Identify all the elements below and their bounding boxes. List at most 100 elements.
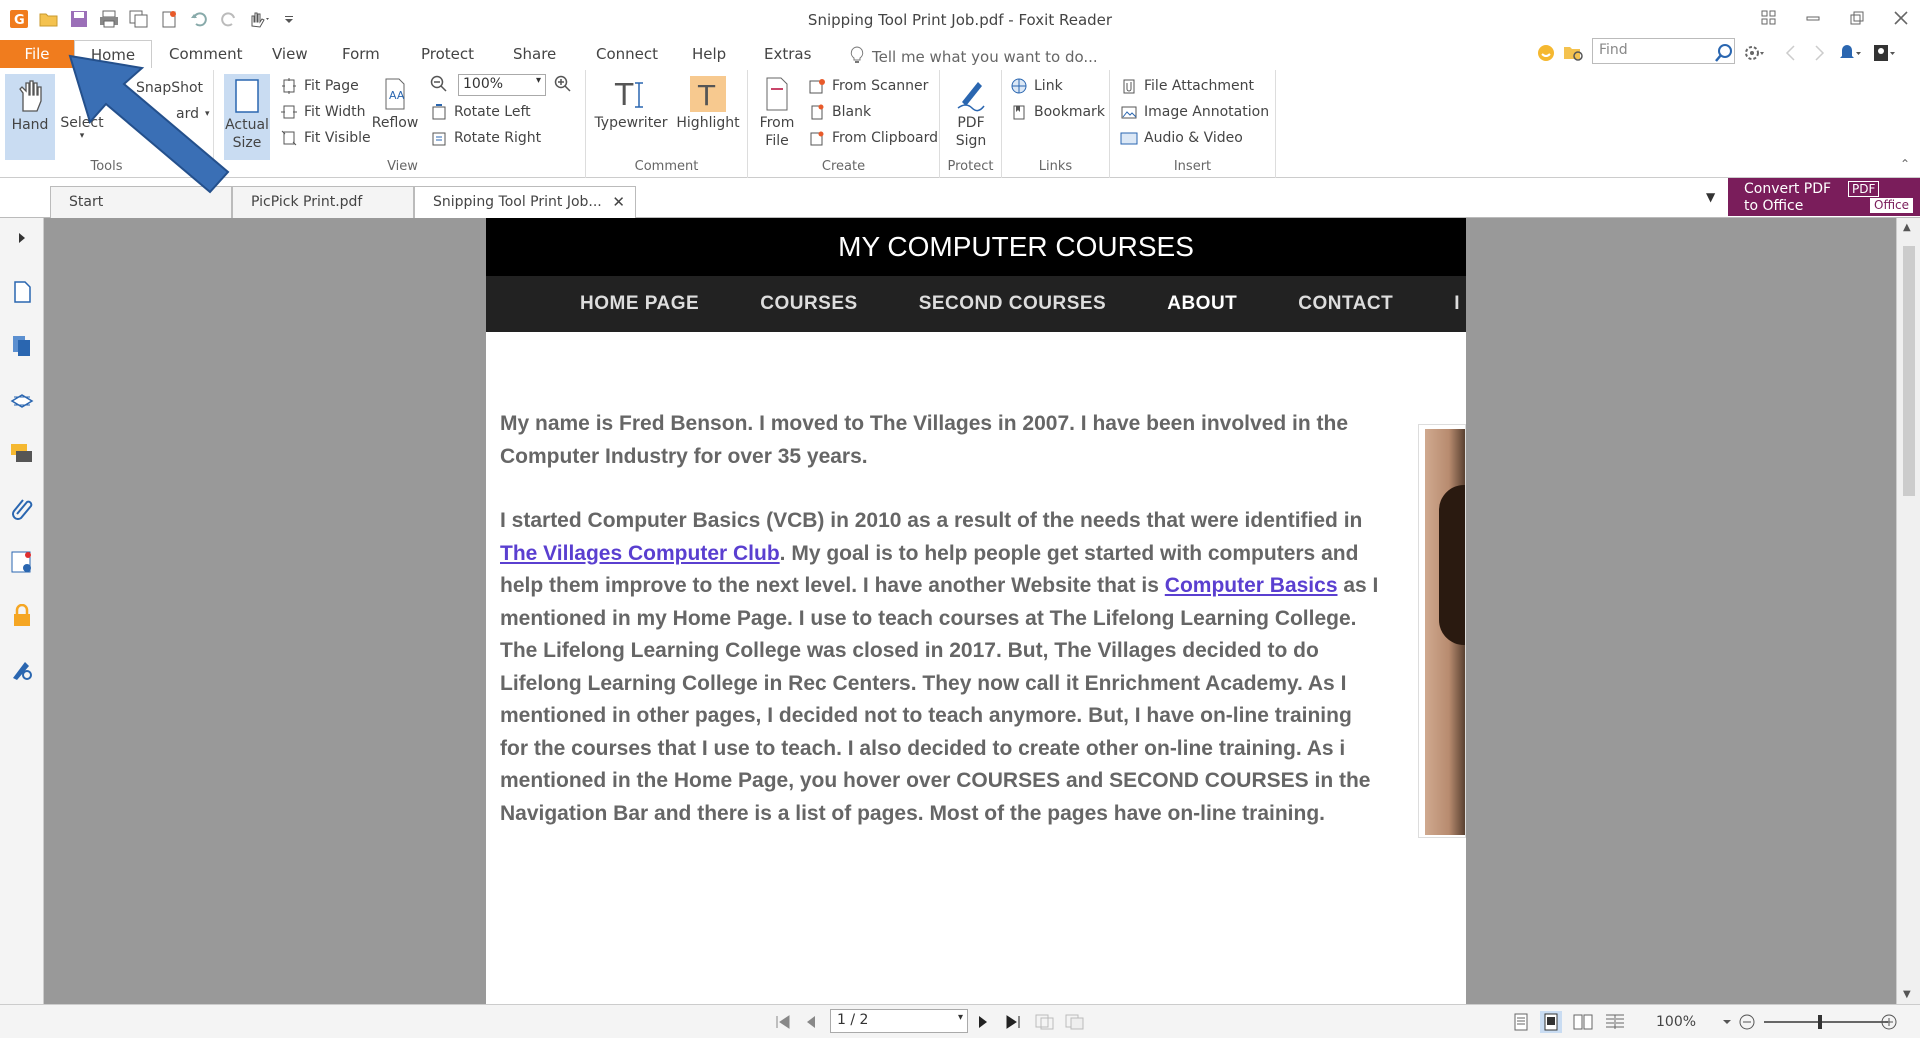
from-scanner-button[interactable]: From Scanner [808, 74, 928, 98]
image-annotation-button[interactable]: Image Annotation [1120, 100, 1269, 124]
zoom-in-button[interactable] [554, 72, 572, 96]
next-arrow-icon[interactable] [1808, 40, 1832, 66]
comments-icon[interactable] [10, 442, 34, 466]
fit-page-button[interactable]: Fit Page [280, 74, 359, 98]
nav-courses[interactable]: COURSES [760, 293, 857, 315]
link-label: Link [1034, 78, 1063, 94]
tell-me-box[interactable]: Tell me what you want to do... [850, 46, 1098, 68]
pdf-sign-button[interactable]: PDF Sign [948, 74, 994, 150]
scrollbar-thumb[interactable] [1903, 246, 1915, 496]
ribbon-layout-icon[interactable] [1758, 6, 1780, 30]
continuous-view-icon[interactable] [1540, 1011, 1562, 1033]
zoom-percentage[interactable]: 100% [1656, 1014, 1696, 1030]
settings-gear-icon[interactable] [1742, 40, 1766, 66]
reflow-button[interactable]: AA Reflow [372, 74, 418, 132]
previous-page-icon[interactable] [800, 1011, 822, 1033]
scroll-down-icon[interactable]: ▼ [1903, 989, 1911, 1000]
document-workspace[interactable]: MY COMPUTER COURSES HOME PAGE COURSES SE… [44, 218, 1896, 1004]
zoom-in-status-icon[interactable] [1878, 1011, 1900, 1033]
blank-button[interactable]: Blank [808, 100, 871, 124]
pages-icon[interactable] [10, 334, 34, 358]
last-page-icon[interactable] [1002, 1011, 1024, 1033]
tab-protect[interactable]: Protect [421, 40, 474, 68]
convert-pdf-to-office-button[interactable]: Convert PDF to Office PDF Office [1728, 178, 1920, 216]
tab-view[interactable]: View [272, 40, 308, 68]
previous-view-icon[interactable] [1034, 1011, 1056, 1033]
bookmark-button[interactable]: Bookmark [1010, 100, 1105, 124]
actual-size-icon [233, 76, 261, 116]
tab-help[interactable]: Help [692, 40, 726, 68]
from-clipboard-button[interactable]: From Clipboard [808, 126, 938, 150]
snapshot-button[interactable]: SnapShot [136, 76, 203, 100]
notification-bell-icon[interactable] [1838, 40, 1862, 66]
tab-start[interactable]: Start [50, 186, 232, 218]
tab-share[interactable]: Share [513, 40, 556, 68]
clipboard-button[interactable]: ard ▾ [176, 102, 210, 126]
layers-icon[interactable] [10, 388, 34, 412]
minimize-button[interactable] [1802, 6, 1824, 30]
vertical-scrollbar[interactable]: ▲ ▼ [1896, 218, 1920, 1004]
file-attachment-button[interactable]: File Attachment [1120, 74, 1254, 98]
scroll-up-icon[interactable]: ▲ [1903, 222, 1911, 233]
tab-home[interactable]: Home [74, 40, 152, 69]
pdf-page[interactable]: MY COMPUTER COURSES HOME PAGE COURSES SE… [486, 218, 1466, 1004]
select-tool-button[interactable]: Select ▾ [58, 74, 106, 141]
villages-computer-club-link[interactable]: The Villages Computer Club [500, 542, 780, 565]
actual-size-button[interactable]: Actual Size [224, 74, 270, 160]
typewriter-button[interactable]: T Typewriter [594, 74, 667, 132]
find-folder-icon[interactable] [1562, 40, 1586, 66]
computer-basics-link[interactable]: Computer Basics [1165, 574, 1338, 597]
zoom-out-status-icon[interactable] [1736, 1011, 1758, 1033]
search-icon[interactable] [1712, 40, 1736, 66]
tab-connect[interactable]: Connect [596, 40, 658, 68]
close-tab-icon[interactable]: ✕ [612, 187, 625, 217]
next-page-icon[interactable] [972, 1011, 994, 1033]
audio-video-button[interactable]: Audio & Video [1120, 126, 1243, 150]
security-lock-icon[interactable] [10, 604, 34, 628]
smiley-icon[interactable] [1534, 40, 1558, 66]
window-title: Snipping Tool Print Job.pdf - Foxit Read… [807, 11, 1113, 29]
page-number-input[interactable]: 1 / 2 ▾ [830, 1009, 968, 1033]
rotate-right-button[interactable]: Rotate Right [430, 126, 541, 150]
tab-file[interactable]: File [0, 40, 74, 68]
from-file-button[interactable]: From File [754, 74, 800, 150]
tab-extras[interactable]: Extras [764, 40, 811, 68]
highlight-button[interactable]: T Highlight [676, 74, 740, 132]
continuous-facing-view-icon[interactable] [1604, 1011, 1626, 1033]
account-icon[interactable] [1872, 40, 1896, 66]
zoom-out-button[interactable] [430, 72, 448, 96]
tabs-dropdown-icon[interactable]: ▼ [1706, 190, 1715, 204]
zoom-slider[interactable] [1764, 1015, 1888, 1029]
attachments-icon[interactable] [10, 496, 34, 520]
expand-panel-icon[interactable] [10, 226, 34, 250]
previous-arrow-icon[interactable] [1778, 40, 1802, 66]
zoom-dropdown-arrow-icon[interactable] [1716, 1011, 1738, 1033]
signatures-icon[interactable] [10, 550, 34, 574]
zoom-select[interactable]: 100% ▾ [458, 74, 546, 96]
first-page-icon[interactable] [772, 1011, 794, 1033]
nav-home-page[interactable]: HOME PAGE [580, 293, 699, 315]
page-thumbnail-icon[interactable] [10, 280, 34, 304]
clipboard-icon [808, 129, 826, 147]
next-view-icon[interactable] [1064, 1011, 1086, 1033]
collapse-ribbon-icon[interactable]: ⌃ [1900, 157, 1910, 171]
tab-comment[interactable]: Comment [169, 40, 243, 68]
fit-width-button[interactable]: Fit Width [280, 100, 366, 124]
close-button[interactable] [1890, 6, 1912, 30]
zoom-slider-handle[interactable] [1818, 1015, 1822, 1029]
tab-form[interactable]: Form [342, 40, 380, 68]
nav-truncated-item[interactable]: I [1454, 293, 1460, 315]
single-page-view-icon[interactable] [1510, 1011, 1532, 1033]
tab-picpick-print[interactable]: PicPick Print.pdf [232, 186, 414, 218]
nav-about[interactable]: ABOUT [1167, 293, 1237, 315]
rotate-left-button[interactable]: Rotate Left [430, 100, 531, 124]
hand-tool-button[interactable]: Hand [5, 74, 55, 160]
link-button[interactable]: Link [1010, 74, 1063, 98]
nav-second-courses[interactable]: SECOND COURSES [919, 293, 1107, 315]
restore-button[interactable] [1846, 6, 1868, 30]
nav-contact[interactable]: CONTACT [1298, 293, 1393, 315]
fit-visible-button[interactable]: Fit Visible [280, 126, 371, 150]
facing-view-icon[interactable] [1572, 1011, 1594, 1033]
tab-snipping-tool-print-job[interactable]: Snipping Tool Print Job... ✕ [414, 186, 636, 219]
content-search-icon[interactable] [10, 658, 34, 682]
